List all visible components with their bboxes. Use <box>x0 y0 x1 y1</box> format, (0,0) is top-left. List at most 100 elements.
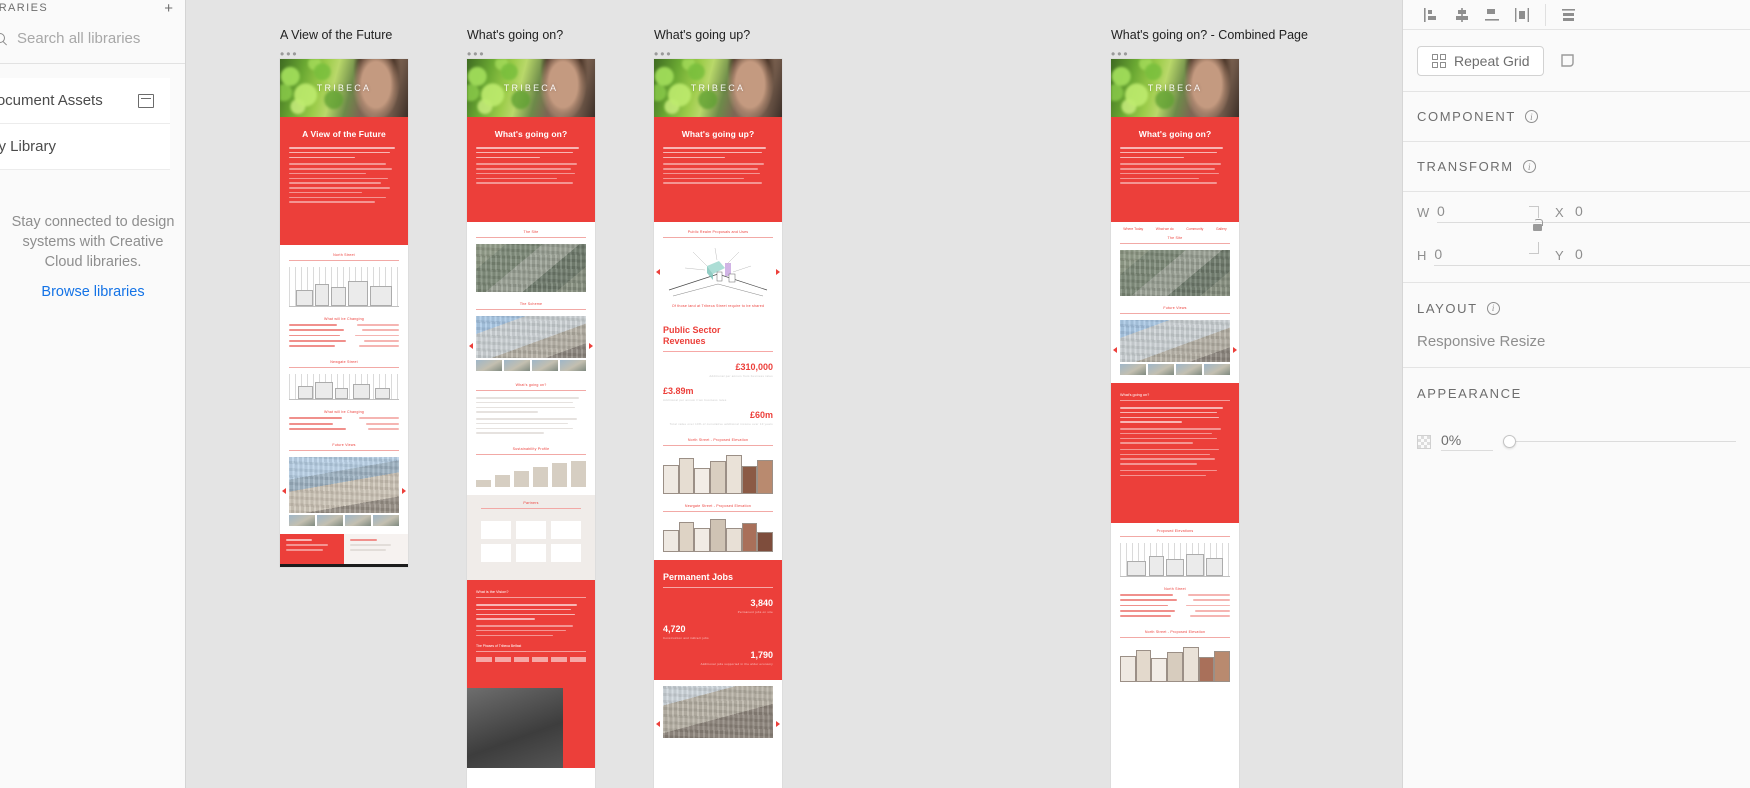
slider-knob[interactable] <box>1503 435 1516 448</box>
divider <box>289 260 399 261</box>
carousel-prev-icon[interactable] <box>1113 346 1117 353</box>
carousel-prev-icon[interactable] <box>656 720 660 727</box>
section-title: COMPONENT <box>1417 109 1516 124</box>
document-icon <box>138 93 154 108</box>
divider <box>663 511 773 512</box>
stat-value: £60m <box>749 410 773 420</box>
carousel-photo[interactable] <box>663 686 773 738</box>
align-left-icon[interactable] <box>1417 3 1447 27</box>
y-input[interactable] <box>1575 245 1750 266</box>
gallery-section: Future Views <box>1111 304 1239 383</box>
info-icon[interactable]: i <box>1486 301 1500 315</box>
hero-red-block: What's going on? <box>467 117 595 222</box>
empty-state-message: Stay connected to design systems with Cr… <box>11 214 175 270</box>
tab-label[interactable]: What we do <box>1156 227 1174 231</box>
repeat-grid-label: Repeat Grid <box>1454 52 1530 69</box>
artboard-label[interactable]: What's going up? <box>654 28 782 42</box>
carousel-next-icon[interactable] <box>1233 346 1237 353</box>
libraries-panel: LIBRARIES + Search all libraries Documen… <box>0 0 186 788</box>
key-section-1: What will be Changing <box>280 315 408 359</box>
carousel-thumbnails[interactable] <box>289 515 399 527</box>
footer-bar <box>280 564 408 567</box>
distribute-horizontal-icon[interactable] <box>1507 3 1537 27</box>
artboard-label[interactable]: A View of the Future <box>280 28 408 42</box>
carousel-thumbnails[interactable] <box>1120 364 1230 375</box>
tab-label[interactable]: Gallery <box>1216 227 1227 231</box>
stat-value: 1,790 <box>750 650 773 660</box>
divider <box>476 454 586 456</box>
carousel-prev-icon[interactable] <box>282 487 286 494</box>
align-center-horizontal-icon[interactable] <box>1447 3 1477 27</box>
carousel-next-icon[interactable] <box>776 720 780 727</box>
repeat-grid-button[interactable]: Repeat Grid <box>1417 45 1545 76</box>
artboard-a-view-of-the-future[interactable]: TRIBECA A View of the Future North Stree… <box>280 59 408 567</box>
opacity-value[interactable]: 0% <box>1441 432 1493 451</box>
stat-value: £3.89m <box>663 386 694 396</box>
section-heading: The Scheme <box>519 302 543 306</box>
carousel-thumbnails[interactable] <box>476 360 586 371</box>
search-input[interactable]: Search all libraries <box>17 30 140 47</box>
carousel-prev-icon[interactable] <box>656 268 660 275</box>
x-input[interactable] <box>1575 202 1750 223</box>
section-heading: Partners <box>523 501 539 506</box>
libraries-panel-title: LIBRARIES <box>0 2 49 14</box>
library-item-label: My Library <box>0 138 57 155</box>
section-heading: Sustainability Profile <box>512 447 550 452</box>
search-row[interactable]: Search all libraries <box>0 14 185 64</box>
width-label: W <box>1417 205 1430 220</box>
mask-button[interactable] <box>1554 46 1584 76</box>
library-item-my-library[interactable]: My Library <box>0 124 170 170</box>
artboard-label[interactable]: What's going on? - Combined Page <box>1111 28 1308 42</box>
section-title: TRANSFORM <box>1417 159 1514 174</box>
terrace-section: North Street - Proposed Elevation <box>1111 628 1239 691</box>
component-section-header: COMPONENT i <box>1403 92 1750 142</box>
artboard-label[interactable]: What's going on? <box>467 28 595 42</box>
carousel-next-icon[interactable] <box>776 268 780 275</box>
section-heading: North Street <box>333 253 355 257</box>
mid-red-block: What's going on? <box>1111 383 1239 523</box>
carousel-photo[interactable] <box>476 316 586 358</box>
libraries-empty-state: Stay connected to design systems with Cr… <box>0 212 186 301</box>
hero-title: A View of the Future <box>302 129 386 139</box>
aspect-lock-group[interactable] <box>1521 202 1555 258</box>
footer-block <box>280 534 408 565</box>
tab-row[interactable]: Where Today What we do Community Gallery <box>1111 222 1239 234</box>
artboard-whats-going-on[interactable]: TRIBECA What's going on? The Site The Sc… <box>467 59 595 788</box>
library-item-document-assets[interactable]: Document Assets <box>0 78 170 124</box>
aerial-photo <box>1120 250 1230 296</box>
stat-value: 3,840 <box>750 598 773 608</box>
artboard-menu-icon[interactable]: ••• <box>280 47 408 61</box>
design-canvas[interactable]: A View of the Future ••• TRIBECA A View … <box>186 0 1402 788</box>
info-icon[interactable]: i <box>1522 160 1536 173</box>
align-right-icon[interactable] <box>1477 3 1507 27</box>
browse-libraries-link[interactable]: Browse libraries <box>41 284 144 300</box>
stat-heading: Public Sector <box>663 325 721 335</box>
hero-image: TRIBECA <box>467 59 595 117</box>
responsive-resize-toggle[interactable]: Responsive Resize <box>1417 333 1545 350</box>
opacity-slider[interactable] <box>1503 435 1736 449</box>
tab-label[interactable]: Community <box>1186 227 1203 231</box>
align-top-icon[interactable] <box>1554 3 1584 27</box>
carousel-next-icon[interactable] <box>589 342 593 349</box>
carousel-prev-icon[interactable] <box>469 342 473 349</box>
artboard-whats-going-up[interactable]: TRIBECA What's going up? Public Realm Pr… <box>654 59 782 788</box>
terrace-elevation <box>663 518 774 552</box>
y-label: Y <box>1555 248 1564 263</box>
lock-icon[interactable] <box>1533 219 1543 231</box>
hero-red-block: A View of the Future <box>280 117 408 245</box>
carousel-next-icon[interactable] <box>402 487 406 494</box>
section-title: LAYOUT <box>1417 300 1478 316</box>
info-icon[interactable]: i <box>1524 110 1538 123</box>
plus-icon[interactable]: + <box>164 1 173 16</box>
artboard-menu-icon[interactable]: ••• <box>1111 47 1308 61</box>
divider <box>663 445 773 446</box>
divider <box>481 508 581 510</box>
carousel-photo[interactable] <box>289 457 399 514</box>
artboard-menu-icon[interactable]: ••• <box>654 47 782 61</box>
brand-wordmark: TRIBECA <box>316 83 372 93</box>
tab-label[interactable]: Where Today <box>1123 227 1143 231</box>
artboard-combined-page[interactable]: TRIBECA What's going on? Where Today Wha… <box>1111 59 1239 788</box>
artboard-menu-icon[interactable]: ••• <box>467 47 595 61</box>
library-item-label: Document Assets <box>0 92 103 109</box>
carousel-photo[interactable] <box>1120 320 1230 362</box>
